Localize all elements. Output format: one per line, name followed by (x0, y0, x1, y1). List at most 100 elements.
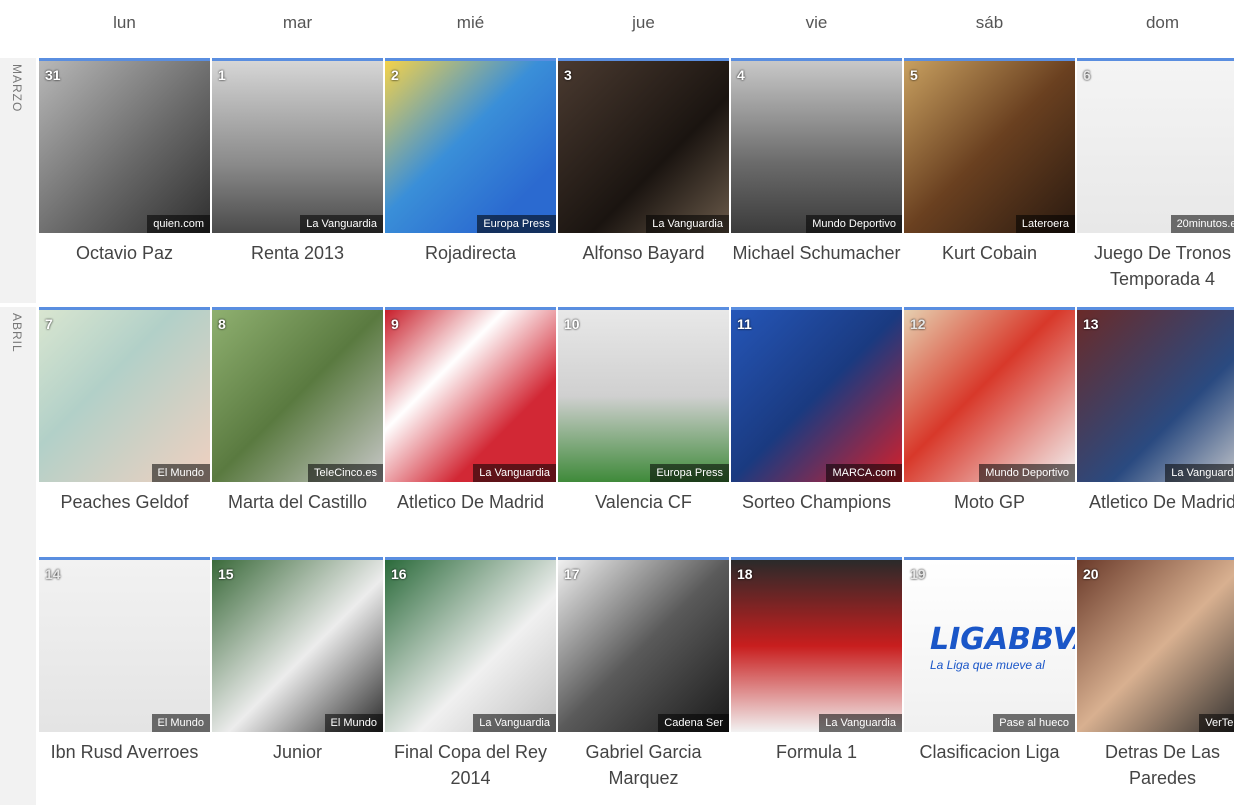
calendar-day-cell[interactable]: LIGABBVA La Liga que mueve al 19 Pase al… (903, 557, 1076, 805)
trend-thumbnail[interactable]: 20 VerTele (1077, 557, 1234, 732)
photo (558, 560, 729, 732)
source-label: Europa Press (477, 215, 556, 233)
trend-title[interactable]: Rojadirecta (384, 240, 557, 266)
calendar-day-cell[interactable]: 1 La Vanguardia Renta 2013 (211, 58, 384, 306)
trend-thumbnail[interactable]: 15 El Mundo (212, 557, 383, 732)
trend-title[interactable]: Final Copa del Rey 2014 (384, 739, 557, 791)
calendar-day-cell[interactable]: 9 La Vanguardia Atletico De Madrid (384, 307, 557, 555)
trend-thumbnail[interactable]: 18 La Vanguardia (731, 557, 902, 732)
calendar-day-cell[interactable]: 15 El Mundo Junior (211, 557, 384, 805)
trend-thumbnail[interactable]: 11 MARCA.com (731, 307, 902, 482)
trend-thumbnail[interactable]: 5 Lateroera (904, 58, 1075, 233)
calendar-day-cell[interactable]: 20 VerTele Detras De Las Paredes (1076, 557, 1234, 805)
trend-title[interactable]: Junior (211, 739, 384, 765)
liga-slogan: La Liga que mueve al (930, 658, 1045, 672)
source-label: La Vanguardia (473, 464, 556, 482)
calendar-day-cell[interactable]: 2 Europa Press Rojadirecta (384, 58, 557, 306)
trend-thumbnail[interactable]: 7 El Mundo (39, 307, 210, 482)
day-number: 16 (391, 566, 407, 582)
trend-title[interactable]: Sorteo Champions (730, 489, 903, 515)
trend-thumbnail[interactable]: 8 TeleCinco.es (212, 307, 383, 482)
trend-thumbnail[interactable]: 16 La Vanguardia (385, 557, 556, 732)
calendar-day-cell[interactable]: 16 La Vanguardia Final Copa del Rey 2014 (384, 557, 557, 805)
photo (731, 61, 902, 233)
source-label: Lateroera (1015, 215, 1075, 233)
photo (731, 560, 902, 732)
photo (39, 310, 210, 482)
calendar-day-cell[interactable]: 4 Mundo Deportivo Michael Schumacher (730, 58, 903, 306)
calendar-day-cell[interactable]: 14 El Mundo Ibn Rusd Averroes (38, 557, 211, 805)
calendar-day-cell[interactable]: 17 Cadena Ser Gabriel Garcia Marquez (557, 557, 730, 805)
calendar-day-cell[interactable]: 6 20minutos.es Juego De Tronos Temporada … (1076, 58, 1234, 306)
calendar-day-cell[interactable]: 13 La Vanguardia Atletico De Madrid (1076, 307, 1234, 555)
trend-thumbnail[interactable]: 2 Europa Press (385, 58, 556, 233)
source-label: El Mundo (151, 464, 210, 482)
trend-title[interactable]: Atletico De Madrid (384, 489, 557, 515)
trend-thumbnail[interactable]: 3 La Vanguardia (558, 58, 729, 233)
trend-title[interactable]: Marta del Castillo (211, 489, 384, 515)
photo (558, 61, 729, 233)
day-number: 7 (45, 316, 53, 332)
trend-thumbnail[interactable]: 10 Europa Press (558, 307, 729, 482)
trend-thumbnail[interactable]: LIGABBVA La Liga que mueve al 19 Pase al… (904, 557, 1075, 732)
source-label: 20minutos.es (1170, 215, 1234, 233)
photo (385, 310, 556, 482)
source-label: La Vanguardia (819, 714, 902, 732)
calendar-day-cell[interactable]: 12 Mundo Deportivo Moto GP (903, 307, 1076, 555)
photo (212, 560, 383, 732)
trend-title[interactable]: Moto GP (903, 489, 1076, 515)
trend-title[interactable]: Clasificacion Liga (903, 739, 1076, 765)
weekday-header: lun mar mié jue vie sáb dom (38, 0, 1234, 58)
weekday-sun: dom (1145, 13, 1180, 32)
trend-title[interactable]: Renta 2013 (211, 240, 384, 266)
photo (385, 560, 556, 732)
trend-title[interactable]: Juego De Tronos Temporada 4 (1076, 240, 1234, 292)
source-label: MARCA.com (826, 464, 902, 482)
day-number: 9 (391, 316, 399, 332)
trend-title[interactable]: Ibn Rusd Averroes (38, 739, 211, 765)
day-number: 31 (45, 67, 61, 83)
trend-thumbnail[interactable]: 31 quien.com (39, 58, 210, 233)
calendar-day-cell[interactable]: 8 TeleCinco.es Marta del Castillo (211, 307, 384, 555)
trend-thumbnail[interactable]: 12 Mundo Deportivo (904, 307, 1075, 482)
source-label: El Mundo (151, 714, 210, 732)
month-label-abril: ABRIL (0, 307, 36, 805)
trend-title[interactable]: Atletico De Madrid (1076, 489, 1234, 515)
day-number: 12 (910, 316, 926, 332)
trend-thumbnail[interactable]: 17 Cadena Ser (558, 557, 729, 732)
source-label: TeleCinco.es (308, 464, 383, 482)
trend-thumbnail[interactable]: 4 Mundo Deportivo (731, 58, 902, 233)
day-number: 18 (737, 566, 753, 582)
trend-thumbnail[interactable]: 13 La Vanguardia (1077, 307, 1234, 482)
weekday-tue: mar (282, 13, 313, 32)
day-number: 11 (737, 316, 752, 332)
trend-title[interactable]: Detras De Las Paredes (1076, 739, 1234, 791)
trend-thumbnail[interactable]: 14 El Mundo (39, 557, 210, 732)
trend-thumbnail[interactable]: 1 La Vanguardia (212, 58, 383, 233)
weekday-mon: lun (113, 13, 136, 32)
source-label: La Vanguardia (300, 215, 383, 233)
source-label: La Vanguardia (646, 215, 729, 233)
calendar-day-cell[interactable]: 31 quien.com Octavio Paz (38, 58, 211, 306)
trend-thumbnail[interactable]: 6 20minutos.es (1077, 58, 1234, 233)
calendar-day-cell[interactable]: 3 La Vanguardia Alfonso Bayard (557, 58, 730, 306)
week-row: 14 El Mundo Ibn Rusd Averroes 15 El Mundo … (38, 557, 1234, 805)
calendar-day-cell[interactable]: 18 La Vanguardia Formula 1 (730, 557, 903, 805)
day-number: 5 (910, 67, 918, 83)
trend-title[interactable]: Gabriel Garcia Marquez (557, 739, 730, 791)
trend-title[interactable]: Octavio Paz (38, 240, 211, 266)
trend-title[interactable]: Formula 1 (730, 739, 903, 765)
trend-title[interactable]: Peaches Geldof (38, 489, 211, 515)
calendar-day-cell[interactable]: 10 Europa Press Valencia CF (557, 307, 730, 555)
day-number: 19 (910, 566, 926, 582)
calendar-day-cell[interactable]: 11 MARCA.com Sorteo Champions (730, 307, 903, 555)
calendar-day-cell[interactable]: 5 Lateroera Kurt Cobain (903, 58, 1076, 306)
trend-title[interactable]: Kurt Cobain (903, 240, 1076, 266)
source-label: Europa Press (650, 464, 729, 482)
day-number: 15 (218, 566, 234, 582)
trend-thumbnail[interactable]: 9 La Vanguardia (385, 307, 556, 482)
trend-title[interactable]: Alfonso Bayard (557, 240, 730, 266)
trend-title[interactable]: Michael Schumacher (730, 240, 903, 266)
calendar-day-cell[interactable]: 7 El Mundo Peaches Geldof (38, 307, 211, 555)
trend-title[interactable]: Valencia CF (557, 489, 730, 515)
